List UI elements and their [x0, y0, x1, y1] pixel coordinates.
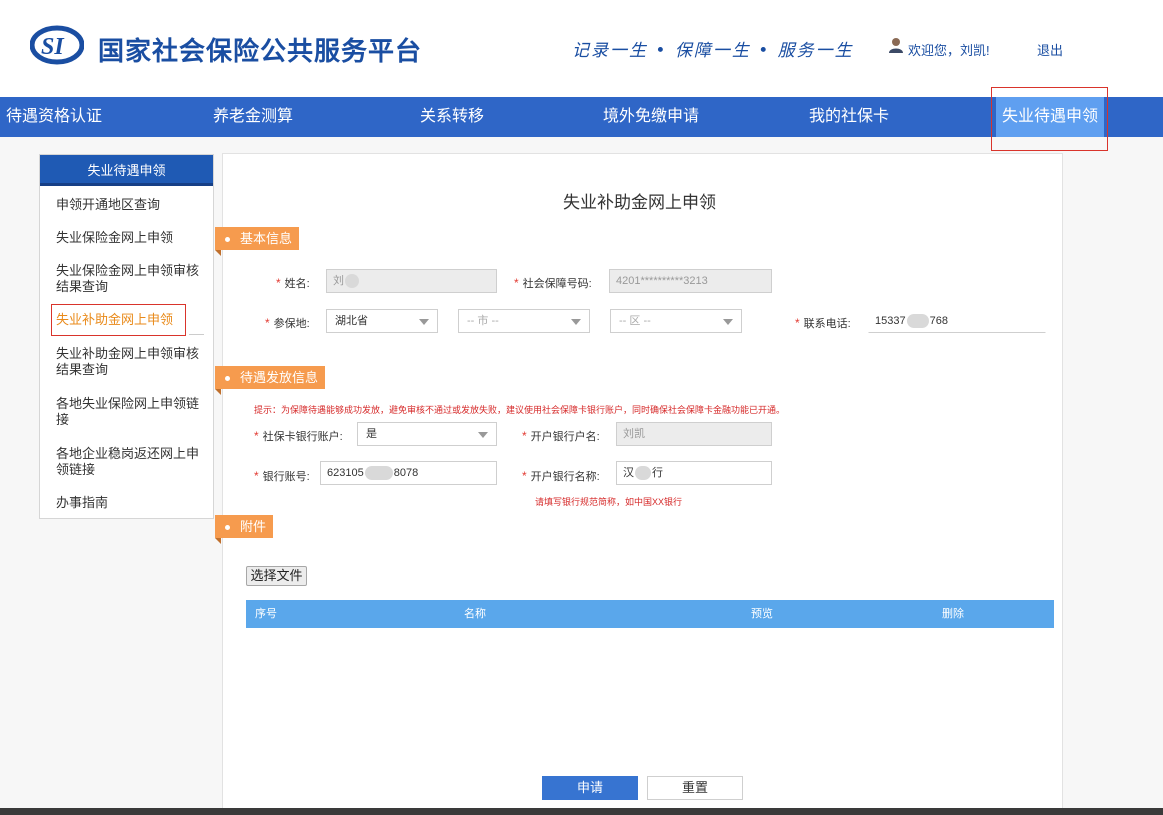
nav-item-transfer[interactable]: 关系转移 [420, 97, 484, 137]
nav-highlight-box [991, 87, 1108, 151]
slogan: 记录一生 • 保障一生 • 服务一生 [572, 41, 854, 61]
site-header: SI 国家社会保险公共服务平台 记录一生 • 保障一生 • 服务一生 欢迎您，刘… [0, 0, 1163, 97]
redaction-blur [364, 466, 393, 481]
sidebar-highlight-box [51, 304, 186, 336]
sidebar: 失业待遇申领 申领开通地区查询 失业保险金网上申领 失业保险金网上申领审核结果查… [39, 154, 214, 519]
bank-name-tip: 请填写银行规范简称，如中国XX银行 [535, 497, 683, 507]
sidebar-item-insurance-result[interactable]: 失业保险金网上申领审核结果查询 [56, 263, 206, 295]
bullet-icon [225, 237, 230, 243]
payment-tip: 提示：为保障待遇能够成功发放，避免审核不通过或发放失败，建议使用社会保障卡银行账… [254, 405, 786, 415]
district-select[interactable]: -- 区 -- [610, 309, 742, 333]
section-payment-label: 待遇发放信息 [240, 370, 319, 385]
page-title: 失业补助金网上申领 [563, 193, 716, 212]
insured-place-label: * 参保地: [265, 316, 310, 330]
bank-name-field[interactable]: 汉行 [616, 461, 772, 485]
nav-item-qualification[interactable]: 待遇资格认证 [6, 97, 102, 137]
ssn-label: * 社会保障号码: [514, 276, 592, 290]
section-attachment: 附件 [215, 515, 273, 544]
redaction-blur [635, 466, 651, 481]
bank-holder-field: 刘凯 [616, 422, 772, 446]
reset-button[interactable]: 重置 [647, 776, 743, 800]
nav-item-overseas-exemption[interactable]: 境外免缴申请 [603, 97, 699, 137]
sidebar-item-insurance-apply[interactable]: 失业保险金网上申领 [56, 230, 206, 246]
column-header-preview: 预览 [751, 608, 773, 620]
divider [189, 334, 204, 335]
sidebar-item-region-query[interactable]: 申领开通地区查询 [56, 197, 206, 213]
phone-label: * 联系电话: [795, 316, 851, 330]
column-header-delete: 删除 [942, 608, 964, 620]
province-select[interactable]: 湖北省 [326, 309, 438, 333]
account-label: * 银行账号: [254, 469, 310, 483]
choose-file-button[interactable]: 选择文件 [246, 566, 307, 586]
site-title: 国家社会保险公共服务平台 [98, 36, 423, 66]
sidebar-item-stability-links[interactable]: 各地企业稳岗返还网上申领链接 [56, 446, 206, 478]
chevron-down-icon [571, 319, 581, 325]
redaction-blur [345, 274, 359, 289]
required-mark: * [276, 276, 281, 290]
bullet-icon [225, 376, 230, 382]
footer-bar [0, 808, 1163, 815]
sidebar-title: 失业待遇申领 [40, 155, 213, 186]
ssn-field: 4201**********3213 [609, 269, 772, 293]
phone-field[interactable]: 15337 768 [868, 309, 1046, 333]
column-header-name: 名称 [464, 608, 486, 620]
card-account-label: * 社保卡银行账户: [254, 429, 343, 443]
submit-button[interactable]: 申请 [542, 776, 638, 800]
main-nav: 待遇资格认证 养老金测算 关系转移 境外免缴申请 我的社保卡 失业待遇申领 [0, 97, 1163, 137]
welcome-text: 欢迎您，刘凯! [908, 43, 990, 58]
section-payment-info: 待遇发放信息 [215, 366, 325, 395]
user-avatar-icon [889, 38, 903, 53]
svg-text:SI: SI [41, 34, 65, 60]
section-basic-info: 基本信息 [215, 227, 299, 256]
section-basic-label: 基本信息 [240, 231, 293, 246]
redaction-blur [906, 314, 929, 329]
account-field[interactable]: 623105 8078 [320, 461, 497, 485]
sidebar-item-insurance-links[interactable]: 各地失业保险网上申领链接 [56, 396, 206, 428]
bullet-icon [225, 525, 230, 531]
nav-item-my-card[interactable]: 我的社保卡 [809, 97, 889, 137]
section-attachment-label: 附件 [240, 519, 267, 534]
sidebar-item-guide[interactable]: 办事指南 [56, 495, 206, 511]
chevron-down-icon [419, 319, 429, 325]
column-header-index: 序号 [255, 608, 277, 620]
chevron-down-icon [723, 319, 733, 325]
bank-holder-label: * 开户银行户名: [522, 429, 600, 443]
attachment-table-header: 序号 名称 预览 删除 [246, 600, 1054, 628]
sidebar-item-subsidy-result[interactable]: 失业补助金网上申领审核结果查询 [56, 346, 206, 378]
nav-item-pension-calc[interactable]: 养老金测算 [213, 97, 293, 137]
bank-name-label: * 开户银行名称: [522, 469, 600, 483]
name-label: * 姓名: [276, 276, 310, 290]
city-select[interactable]: -- 市 -- [458, 309, 590, 333]
si-logo-icon: SI [30, 25, 84, 65]
card-account-select[interactable]: 是 [357, 422, 497, 446]
name-field: 刘 [326, 269, 497, 293]
logout-link[interactable]: 退出 [1037, 40, 1063, 59]
chevron-down-icon [478, 432, 488, 438]
